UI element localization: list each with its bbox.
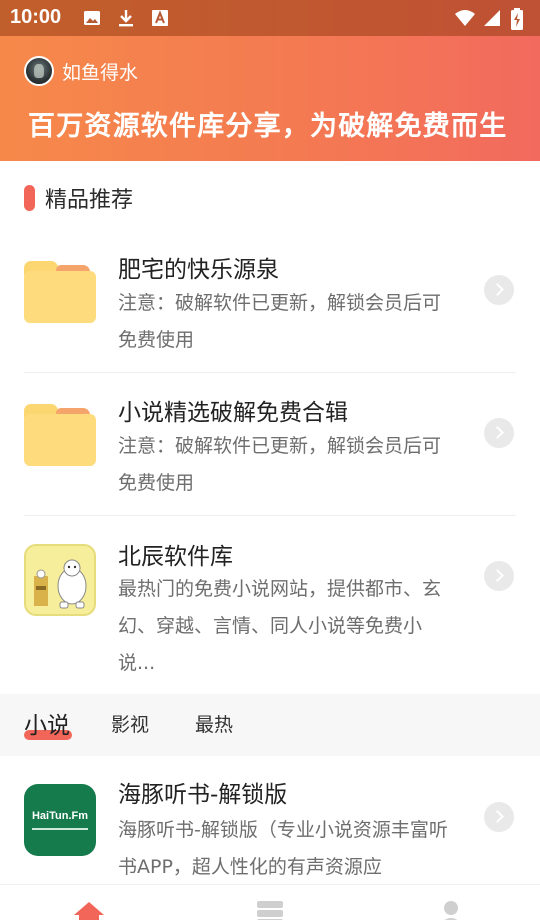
header-banner: 10:00 如鱼得水 百万资源软件库分享，为破解免费而生 xyxy=(0,0,540,161)
featured-desc: 最热门的免费小说网站，提供都市、玄幻、穿越、言情、同人小说等免费小说... xyxy=(118,578,442,674)
status-icons-left xyxy=(82,8,170,28)
chevron-right-icon[interactable] xyxy=(484,802,514,832)
wifi-icon xyxy=(454,8,475,28)
font-icon xyxy=(150,8,170,28)
featured-desc: 注意：破解软件已更新，解锁会员后可免费使用 xyxy=(118,435,442,494)
user-row[interactable]: 如鱼得水 xyxy=(24,56,138,86)
tab-hottest[interactable]: 最热 xyxy=(195,710,233,737)
status-bar: 10:00 xyxy=(0,0,540,36)
featured-item[interactable]: 肥宅的快乐源泉 注意：破解软件已更新，解锁会员后可免费使用 xyxy=(24,254,516,366)
featured-item[interactable]: 北辰软件库 最热门的免费小说网站，提供都市、玄幻、穿越、言情、同人小说等免费小说… xyxy=(24,540,516,688)
download-icon xyxy=(116,8,136,28)
slogan: 百万资源软件库分享，为破解免费而生 xyxy=(28,111,508,142)
divider xyxy=(24,372,516,373)
featured-title: 小说精选破解免费合辑 xyxy=(118,400,348,426)
app-screen: 10:00 如鱼得水 百万资源软件库分享，为破解免费而生 精品推荐 肥宅的快乐源… xyxy=(0,0,540,920)
chevron-right-icon[interactable] xyxy=(484,275,514,305)
haitun-icon-text: HaiTun.Fm xyxy=(31,810,88,822)
section-header: 精品推荐 xyxy=(24,182,133,214)
chevron-right-icon[interactable] xyxy=(484,418,514,448)
list-desc: 海豚听书-解锁版（专业小说资源丰富听书APP，超人性化的有声资源应 xyxy=(118,819,448,878)
featured-title: 北辰软件库 xyxy=(118,544,233,570)
library-icon[interactable] xyxy=(253,899,287,920)
category-tabs: 小说 影视 最热 xyxy=(0,694,540,756)
image-icon xyxy=(82,8,102,28)
list-item[interactable]: HaiTun.Fm 海豚听书-解锁版 海豚听书-解锁版（专业小说资源丰富听书AP… xyxy=(24,778,516,884)
home-icon[interactable] xyxy=(72,899,106,920)
bottom-nav xyxy=(0,884,540,920)
divider xyxy=(24,515,516,516)
list-title: 海豚听书-解锁版 xyxy=(118,782,288,808)
featured-desc: 注意：破解软件已更新，解锁会员后可免费使用 xyxy=(118,292,442,351)
haitun-app-icon: HaiTun.Fm xyxy=(24,784,96,856)
featured-title: 肥宅的快乐源泉 xyxy=(118,257,279,283)
folder-icon xyxy=(24,404,96,476)
battery-charging-icon xyxy=(510,8,530,30)
tab-novel[interactable]: 小说 xyxy=(24,706,70,740)
signal-icon xyxy=(482,8,502,28)
section-title: 精品推荐 xyxy=(45,188,134,213)
section-accent-bar xyxy=(24,185,35,211)
status-time: 10:00 xyxy=(10,6,62,28)
profile-icon[interactable] xyxy=(434,899,468,920)
featured-item[interactable]: 小说精选破解免费合辑 注意：破解软件已更新，解锁会员后可免费使用 xyxy=(24,396,516,508)
status-icons-right xyxy=(454,8,530,30)
chevron-right-icon[interactable] xyxy=(484,561,514,591)
folder-icon xyxy=(24,261,96,333)
beichen-app-icon xyxy=(24,544,96,616)
avatar[interactable] xyxy=(24,56,54,86)
username: 如鱼得水 xyxy=(62,61,139,84)
tab-video[interactable]: 影视 xyxy=(111,710,149,737)
